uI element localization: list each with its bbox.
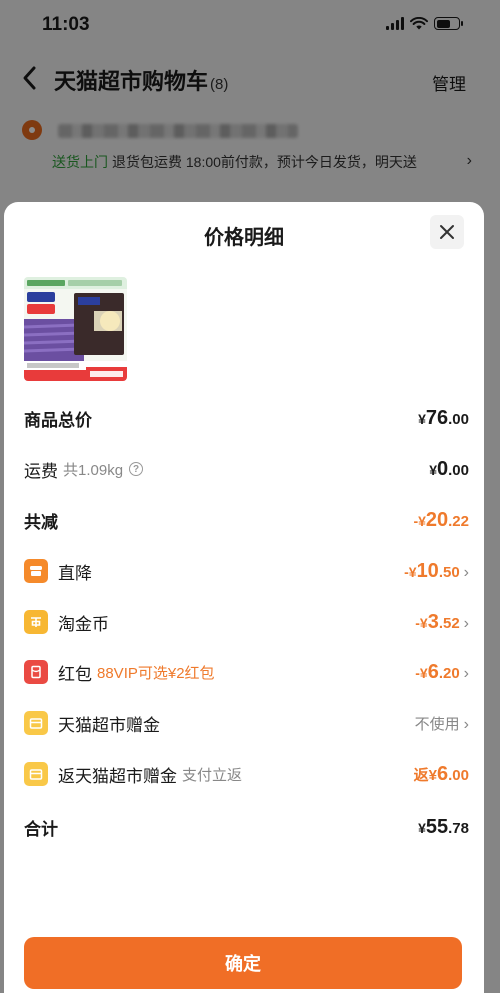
close-icon <box>440 225 454 239</box>
price-detail-sheet: 价格明细 商品总价 ¥76.00 运费 共1.09kg? ¥ 0 .00 共减 … <box>4 202 484 993</box>
row-label: 红包 88VIP可选¥2红包 <box>24 660 215 685</box>
chevron-right-icon: › <box>463 614 469 632</box>
currency-symbol: -¥ <box>415 664 428 681</box>
value-decimal: .22 <box>448 512 469 530</box>
currency-symbol: 返¥ <box>413 766 438 784</box>
value-integer: 0 <box>437 457 449 480</box>
chevron-right-icon: › <box>463 664 469 682</box>
value-integer: 3 <box>427 610 439 633</box>
row-value: ¥55.78 <box>418 816 469 839</box>
product-thumbnail <box>24 277 127 381</box>
gift-label: 天猫超市赠金 <box>58 715 160 735</box>
currency-symbol: -¥ <box>404 563 417 580</box>
row-label: 返天猫超市赠金 支付立返 <box>24 762 242 787</box>
value-integer: 55 <box>425 815 449 838</box>
currency-symbol: ¥ <box>418 410 426 427</box>
row-value: -¥ 10.50 › <box>404 560 469 583</box>
row-total-price: 商品总价 ¥76.00 <box>24 403 469 433</box>
coin-label: 淘金币 <box>58 614 109 634</box>
price-drop-icon <box>24 559 48 583</box>
currency-symbol: -¥ <box>415 614 428 631</box>
currency-symbol: -¥ <box>413 512 426 529</box>
row-red-packet[interactable]: 红包 88VIP可选¥2红包 -¥ 6.20 › <box>24 657 469 687</box>
row-value: ¥76.00 <box>418 407 469 430</box>
value-decimal: .52 <box>438 614 460 632</box>
value-decimal: .00 <box>448 766 469 784</box>
info-icon[interactable]: ? <box>129 462 144 476</box>
row-shipping: 运费 共1.09kg? ¥0.00 <box>24 454 469 484</box>
coin-icon <box>24 610 48 634</box>
value-decimal: .00 <box>448 410 469 428</box>
row-value: 不使用 › <box>415 713 469 734</box>
value-integer: 20 <box>425 508 449 531</box>
value-decimal: .00 <box>448 461 469 479</box>
value-integer: 76 <box>425 406 449 429</box>
row-tmall-gift-credit[interactable]: 天猫超市赠金 不使用 › <box>24 708 469 738</box>
row-value: -¥ 6.20 › <box>415 661 469 684</box>
shipping-label: 运费 <box>24 461 58 481</box>
value-integer: 6 <box>437 762 449 785</box>
currency-symbol: ¥ <box>418 819 426 836</box>
row-value: -¥ 3.52 › <box>415 611 469 634</box>
gift-status: 不使用 <box>414 715 460 733</box>
value-decimal: .78 <box>448 819 469 837</box>
value-integer: 6 <box>427 660 439 683</box>
direct-label: 直降 <box>58 563 92 583</box>
row-label: 运费 共1.09kg? <box>24 457 144 482</box>
vip-redpack-hint[interactable]: 88VIP可选¥2红包 <box>97 662 215 683</box>
sheet-title: 价格明细 <box>204 227 284 249</box>
value-decimal: .20 <box>438 664 460 682</box>
row-taojinbi[interactable]: 淘金币 -¥ 3.52 › <box>24 607 469 637</box>
row-value: ¥0.00 <box>429 458 469 481</box>
row-total-discount: 共减 -¥ 20.22 <box>24 505 469 535</box>
row-label: 天猫超市赠金 <box>24 711 160 736</box>
chevron-right-icon: › <box>463 563 469 581</box>
rebate-hint: 支付立返 <box>182 766 243 784</box>
row-label: 淘金币 <box>24 610 109 635</box>
gift-credit-icon <box>24 711 48 735</box>
row-label: 商品总价 <box>24 410 92 430</box>
red-packet-icon <box>24 660 48 684</box>
chevron-right-icon: › <box>463 715 469 733</box>
row-label: 合计 <box>24 819 58 839</box>
row-value: -¥ 20.22 <box>413 509 469 532</box>
confirm-button[interactable]: 确定 <box>24 937 462 989</box>
row-direct-discount[interactable]: 直降 -¥ 10.50 › <box>24 556 469 586</box>
currency-symbol: ¥ <box>429 461 438 478</box>
redpack-label: 红包 <box>58 664 92 684</box>
row-label: 共减 <box>24 512 58 532</box>
row-label: 直降 <box>24 559 92 584</box>
rebate-label: 返天猫超市赠金 <box>58 766 177 786</box>
rebate-credit-icon <box>24 762 48 786</box>
row-rebate-gift-credit: 返天猫超市赠金 支付立返 返¥ 6.00 <box>24 759 469 789</box>
value-decimal: .50 <box>438 563 460 581</box>
shipping-weight: 共1.09kg <box>63 461 124 479</box>
value-integer: 10 <box>416 559 439 582</box>
close-button[interactable] <box>430 215 464 249</box>
row-grand-total: 合计 ¥55.78 <box>24 812 469 842</box>
row-value: 返¥ 6.00 <box>414 763 469 786</box>
